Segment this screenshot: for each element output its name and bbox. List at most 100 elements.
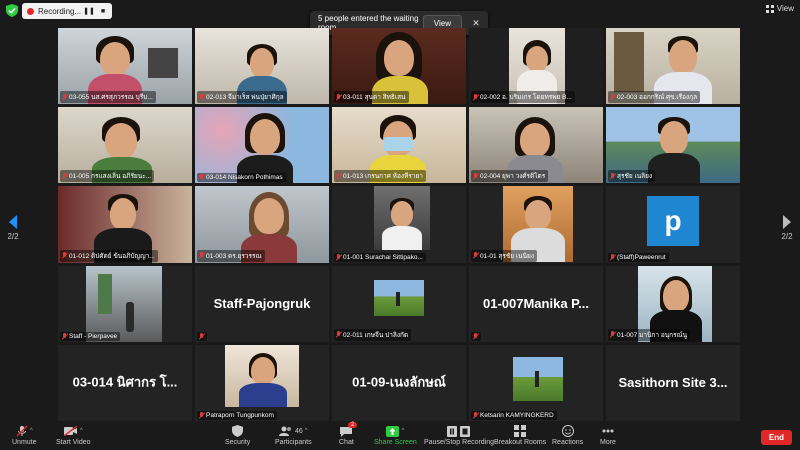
pause-icon[interactable]: ❚❚ xyxy=(83,6,95,16)
participant-tile[interactable]: 02-004 ยุพา วงศ์รติไตร xyxy=(469,107,603,184)
muted-microphone-icon: ^ xyxy=(16,425,33,437)
participant-tile[interactable]: 03-014 นิศากร โ... xyxy=(58,344,192,421)
security-shield-icon[interactable] xyxy=(6,4,18,17)
participant-name: 03-011 สุนดา สิทธิเสน xyxy=(334,91,409,104)
participant-name: 03-055 นส.ศรสุภวรรณ บุรีบ... xyxy=(60,91,156,104)
participant-tile[interactable]: 03-011 สุนดา สิทธิเสน xyxy=(332,28,466,105)
chevron-left-icon xyxy=(9,215,17,229)
chat-icon: 2 xyxy=(340,422,358,437)
participant-tile[interactable]: Staff - Pierpavee xyxy=(58,265,192,342)
pause-stop-recording-button[interactable]: Pause/Stop Recording xyxy=(424,425,494,446)
participant-tile[interactable]: 01-01 สุรชัย เนนิยง xyxy=(469,186,603,263)
share-screen-icon: ^ xyxy=(386,425,404,437)
participant-tile[interactable]: 01-001 Surachai Sittipako... xyxy=(332,186,466,263)
participant-name: 01-007 มานิกา อนุกรณ์นู xyxy=(608,328,691,341)
muted-mic-icon xyxy=(473,172,478,180)
participant-name xyxy=(197,331,207,341)
chevron-right-icon xyxy=(783,215,791,229)
participant-name-display: 03-014 นิศากร โ... xyxy=(72,374,178,390)
muted-mic-icon xyxy=(199,252,204,259)
participant-tile[interactable]: Staff-Pajongruk xyxy=(195,265,329,342)
smiley-icon xyxy=(561,425,574,437)
video-off-icon: ^ xyxy=(63,425,83,437)
participant-name: 01-013 เกรนกาศ ห้องทีรายา xyxy=(334,170,426,183)
start-video-button[interactable]: ^ Start Video xyxy=(56,425,91,446)
participant-tile[interactable]: Patraporn Tungpunkom xyxy=(195,344,329,421)
participant-tile[interactable]: 01-003 ดร.ยุรวรรณ xyxy=(195,186,329,263)
muted-mic-icon xyxy=(62,93,67,101)
recording-indicator: Recording... ❚❚ ■ xyxy=(22,3,112,19)
participant-name: 01-005 กรแสงเลิ่น อภิรัยนะ... xyxy=(60,170,155,183)
participant-name: 02-002 อ. บริมเกร โดยทรพย B... xyxy=(471,91,575,104)
view-label: View xyxy=(776,4,794,13)
participant-tile[interactable]: 02-003 ออกกริณ์ ศุข.เรืองกุล xyxy=(606,28,740,105)
next-page-button[interactable]: 2/2 xyxy=(778,215,796,241)
participant-name: 01-01 สุรชัย เนนิยง xyxy=(471,249,538,262)
participant-name xyxy=(471,331,481,341)
participant-tile[interactable]: 01-007 มานิกา อนุกรณ์นู xyxy=(606,265,740,342)
muted-mic-icon xyxy=(199,93,204,101)
participant-tile[interactable]: 01-005 กรแสงเลิ่น อภิรัยนะ... xyxy=(58,107,192,184)
muted-mic-icon xyxy=(473,93,478,101)
muted-mic-icon xyxy=(610,93,615,101)
stop-icon[interactable]: ■ xyxy=(98,6,108,16)
participant-name: 01-003 ดร.ยุรวรรณ xyxy=(197,249,265,262)
muted-mic-icon xyxy=(610,331,615,338)
participant-name: Staff - Pierpavee xyxy=(60,331,121,341)
participants-label: Participants xyxy=(275,439,312,446)
share-screen-button[interactable]: ^ Share Screen xyxy=(374,425,417,446)
pause-stop-icon xyxy=(447,425,471,437)
caret-up-icon[interactable]: ^ xyxy=(305,428,308,434)
participant-name-display: Staff-Pajongruk xyxy=(213,295,311,311)
participant-tile[interactable]: Ketsarin KAMYINGKERD xyxy=(469,344,603,421)
grid-view-icon xyxy=(765,4,774,13)
caret-up-icon[interactable]: ^ xyxy=(401,428,404,434)
participant-tile[interactable]: 02-002 อ. บริมเกร โดยทรพย B... xyxy=(469,28,603,105)
muted-mic-icon xyxy=(336,172,341,180)
participant-tile[interactable]: 01-09-เนงลักษณ์ xyxy=(332,344,466,421)
participant-name: 01-012 ดิปศัตย์ ข้นอภิบัญญา... xyxy=(60,249,158,262)
muted-mic-icon xyxy=(336,253,341,261)
unmute-button[interactable]: ^ Unmute xyxy=(12,425,37,446)
reactions-label: Reactions xyxy=(552,439,584,446)
close-icon[interactable]: ✕ xyxy=(470,18,482,29)
caret-up-icon[interactable]: ^ xyxy=(30,428,33,434)
participant-tile[interactable]: 01-013 เกรนกาศ ห้องทีรายา xyxy=(332,107,466,184)
participant-tile[interactable]: 03-055 นส.ศรสุภวรรณ บุรีบ... xyxy=(58,28,192,105)
more-dots-icon xyxy=(602,425,614,437)
end-meeting-button[interactable]: End xyxy=(760,430,792,445)
view-button[interactable]: View xyxy=(765,4,794,13)
breakout-rooms-button[interactable]: Breakout Rooms xyxy=(494,425,546,446)
participant-tile[interactable]: 01-007Manika P... xyxy=(469,265,603,342)
participant-tile[interactable]: 01-012 ดิปศัตย์ ข้นอภิบัญญา... xyxy=(58,186,192,263)
recording-dot-icon xyxy=(27,7,34,15)
participant-name: 02-011 เกษจีน ปาลิงกัด xyxy=(334,328,412,341)
previous-page-button[interactable]: 2/2 xyxy=(4,215,22,241)
participant-tile[interactable]: 03-014 Nisakorn Pothimas xyxy=(195,107,329,184)
participant-tile[interactable]: p (Staff)Paweenrut xyxy=(606,186,740,263)
share-screen-label: Share Screen xyxy=(374,439,417,446)
start-video-label: Start Video xyxy=(56,439,91,446)
participant-tile[interactable]: สุรชัย เนลิยง xyxy=(606,107,740,184)
participant-video xyxy=(195,344,329,421)
muted-mic-icon xyxy=(199,411,204,419)
meeting-toolbar: ^ Unmute ^ Start Video Security 46 ^ Par… xyxy=(0,422,800,450)
participant-tile[interactable]: 02-013 จีมาเร็ส พ่นปุ่ยาศิกุล xyxy=(195,28,329,105)
caret-up-icon[interactable]: ^ xyxy=(80,428,83,434)
participants-button[interactable]: 46 ^ Participants xyxy=(275,425,312,446)
participant-name: 02-004 ยุพา วงศ์รติไตร xyxy=(471,170,549,183)
breakout-rooms-icon xyxy=(514,425,527,437)
muted-mic-icon xyxy=(473,252,478,259)
unmute-label: Unmute xyxy=(12,439,37,446)
muted-mic-icon xyxy=(199,332,204,340)
participant-video xyxy=(332,186,466,263)
chat-button[interactable]: 2 Chat xyxy=(339,422,358,446)
reactions-button[interactable]: Reactions xyxy=(552,425,583,446)
security-button[interactable]: Security xyxy=(225,425,250,446)
participant-name-display: 01-09-เนงลักษณ์ xyxy=(352,374,446,390)
participant-tile[interactable]: Sasithorn Site 3... xyxy=(606,344,740,421)
more-button[interactable]: More xyxy=(600,425,616,446)
page-indicator-right: 2/2 xyxy=(781,232,793,241)
participant-tile[interactable]: 02-011 เกษจีน ปาลิงกัด xyxy=(332,265,466,342)
muted-mic-icon xyxy=(610,253,615,261)
